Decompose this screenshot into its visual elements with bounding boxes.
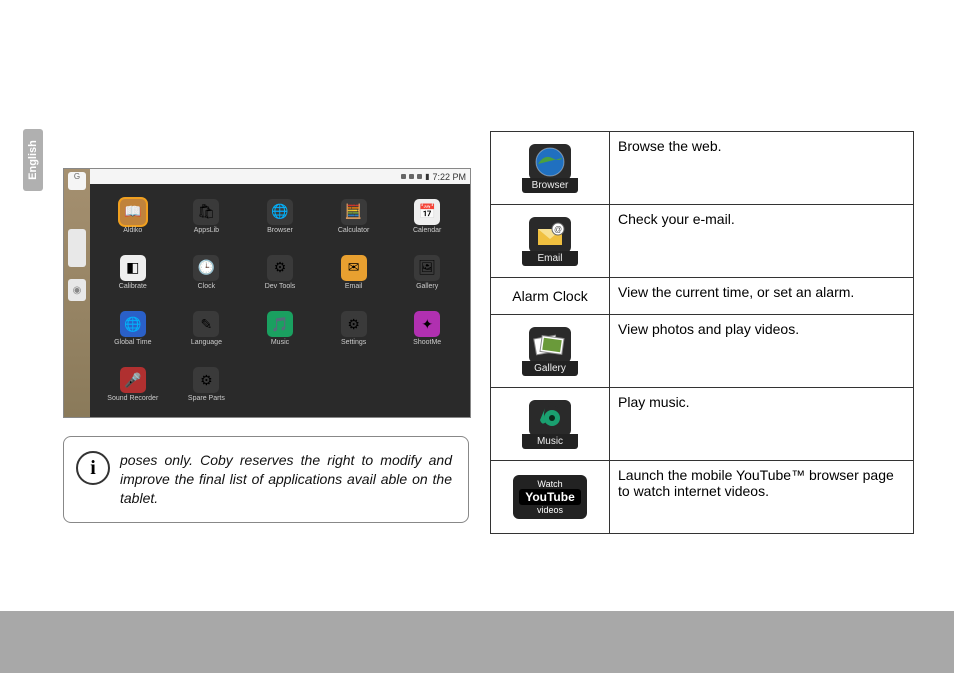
- info-note-text: poses only. Coby reserves the right to m…: [120, 451, 452, 508]
- table-row: Browser Browse the web.: [491, 132, 914, 205]
- page-footer-bar: [0, 611, 954, 673]
- app-icon: 🎵: [267, 311, 293, 337]
- app-grid: 📖 Aldiko 🛍 AppsLib 🌐 Browser 🧮 Calculator 📅 Calen…: [90, 184, 470, 417]
- table-description-cell: Check your e-mail.: [610, 205, 914, 278]
- table-icon-cell: Music: [491, 388, 610, 461]
- app-item: 🎤 Sound Recorder: [96, 357, 170, 413]
- music-icon: Music: [522, 400, 578, 449]
- info-icon: i: [76, 451, 110, 485]
- browser-icon: Browser: [522, 144, 578, 193]
- app-item: 📖 Aldiko: [96, 188, 170, 244]
- app-item: ✉ Email: [317, 244, 391, 300]
- app-label: Email: [345, 283, 363, 290]
- app-label: ShootMe: [413, 339, 441, 346]
- language-tab: English: [23, 129, 43, 191]
- app-label: Browser: [267, 227, 293, 234]
- status-icon: [417, 174, 422, 179]
- app-icon: ◧: [120, 255, 146, 281]
- app-label: Calibrate: [119, 283, 147, 290]
- side-widget: [68, 229, 86, 267]
- status-icon: [401, 174, 406, 179]
- app-item: 📅 Calendar: [390, 188, 464, 244]
- app-icon: ✉: [341, 255, 367, 281]
- table-icon-cell: @ Email: [491, 205, 610, 278]
- app-icon: 🧮: [341, 199, 367, 225]
- app-label: Music: [271, 339, 289, 346]
- app-item: 🖼 Gallery: [390, 244, 464, 300]
- email-icon: @ Email: [522, 217, 578, 266]
- search-widget-icon: G: [68, 172, 86, 190]
- app-label: Sound Recorder: [107, 395, 158, 402]
- app-item: ◧ Calibrate: [96, 244, 170, 300]
- app-label: Calendar: [413, 227, 441, 234]
- app-icon: 🎤: [120, 367, 146, 393]
- table-row: Alarm ClockView the current time, or set…: [491, 278, 914, 315]
- table-description-cell: View the current time, or set an alarm.: [610, 278, 914, 315]
- app-item: 🧮 Calculator: [317, 188, 391, 244]
- info-note-box: i poses only. Coby reserves the right to…: [63, 436, 469, 523]
- app-label: Clock: [198, 283, 216, 290]
- app-item: 🌐 Browser: [243, 188, 317, 244]
- app-icon: 🖼: [414, 255, 440, 281]
- app-item: 🛍 AppsLib: [170, 188, 244, 244]
- table-description-cell: View photos and play videos.: [610, 315, 914, 388]
- icon-label: Music: [522, 434, 578, 449]
- app-icon: ⚙: [341, 311, 367, 337]
- table-row: Music Play music.: [491, 388, 914, 461]
- status-bar: ▮ 7:22 PM: [90, 169, 470, 184]
- app-item: ✦ ShootMe: [390, 301, 464, 357]
- app-item: ⚙ Settings: [317, 301, 391, 357]
- table-icon-cell: Alarm Clock: [491, 278, 610, 315]
- language-tab-label: English: [27, 140, 39, 180]
- table-row: @ Email Check your e-mail.: [491, 205, 914, 278]
- app-label: Global Time: [114, 339, 151, 346]
- app-item: 🕒 Clock: [170, 244, 244, 300]
- app-icon: 🛍: [193, 199, 219, 225]
- app-label: Spare Parts: [188, 395, 225, 402]
- tablet-screenshot: G ◉ ▮ 7:22 PM 📖 Aldiko 🛍 AppsLib 🌐 Browser 🧮 Ca…: [63, 168, 471, 418]
- gallery-icon: Gallery: [522, 327, 578, 376]
- app-item: ⚙ Spare Parts: [170, 357, 244, 413]
- table-icon-cell: Browser: [491, 132, 610, 205]
- app-label: Dev Tools: [265, 283, 296, 290]
- table-description-cell: Browse the web.: [610, 132, 914, 205]
- app-item: ✎ Language: [170, 301, 244, 357]
- app-icon: 📖: [120, 199, 146, 225]
- table-description-cell: Launch the mobile YouTube™ browser page …: [610, 461, 914, 534]
- svg-text:@: @: [554, 225, 562, 234]
- app-icon: 🌐: [267, 199, 293, 225]
- status-time: 7:22 PM: [432, 172, 466, 182]
- app-item: 🌐 Global Time: [96, 301, 170, 357]
- table-row: WatchYouTubevideos Launch the mobile YouT…: [491, 461, 914, 534]
- table-description-cell: Play music.: [610, 388, 914, 461]
- battery-icon: ▮: [425, 172, 429, 181]
- status-icon: [409, 174, 414, 179]
- app-icon: 🕒: [193, 255, 219, 281]
- app-drawer: ▮ 7:22 PM 📖 Aldiko 🛍 AppsLib 🌐 Browser 🧮 Calcul…: [90, 169, 470, 417]
- app-label: Calculator: [338, 227, 370, 234]
- icon-label: Email: [522, 251, 578, 266]
- app-label: Aldiko: [123, 227, 142, 234]
- screenshot-desktop-strip: G ◉: [64, 169, 90, 417]
- app-icon: ⚙: [267, 255, 293, 281]
- table-icon-cell: Gallery: [491, 315, 610, 388]
- app-icon: 🌐: [120, 311, 146, 337]
- youtube-icon: WatchYouTubevideos: [513, 475, 587, 519]
- app-icon: 📅: [414, 199, 440, 225]
- app-item: ⚙ Dev Tools: [243, 244, 317, 300]
- icon-label: Browser: [522, 178, 578, 193]
- app-icon: ✎: [193, 311, 219, 337]
- app-item: 🎵 Music: [243, 301, 317, 357]
- table-row: Gallery View photos and play videos.: [491, 315, 914, 388]
- icon-label: Gallery: [522, 361, 578, 376]
- app-label: AppsLib: [194, 227, 219, 234]
- table-icon-cell: WatchYouTubevideos: [491, 461, 610, 534]
- app-icon: ✦: [414, 311, 440, 337]
- app-label: Gallery: [416, 283, 438, 290]
- app-label: Settings: [341, 339, 366, 346]
- app-label: Language: [191, 339, 222, 346]
- app-icon: ⚙: [193, 367, 219, 393]
- side-play-widget: ◉: [68, 279, 86, 301]
- app-description-table: Browser Browse the web. @ Email Check your e…: [490, 131, 914, 534]
